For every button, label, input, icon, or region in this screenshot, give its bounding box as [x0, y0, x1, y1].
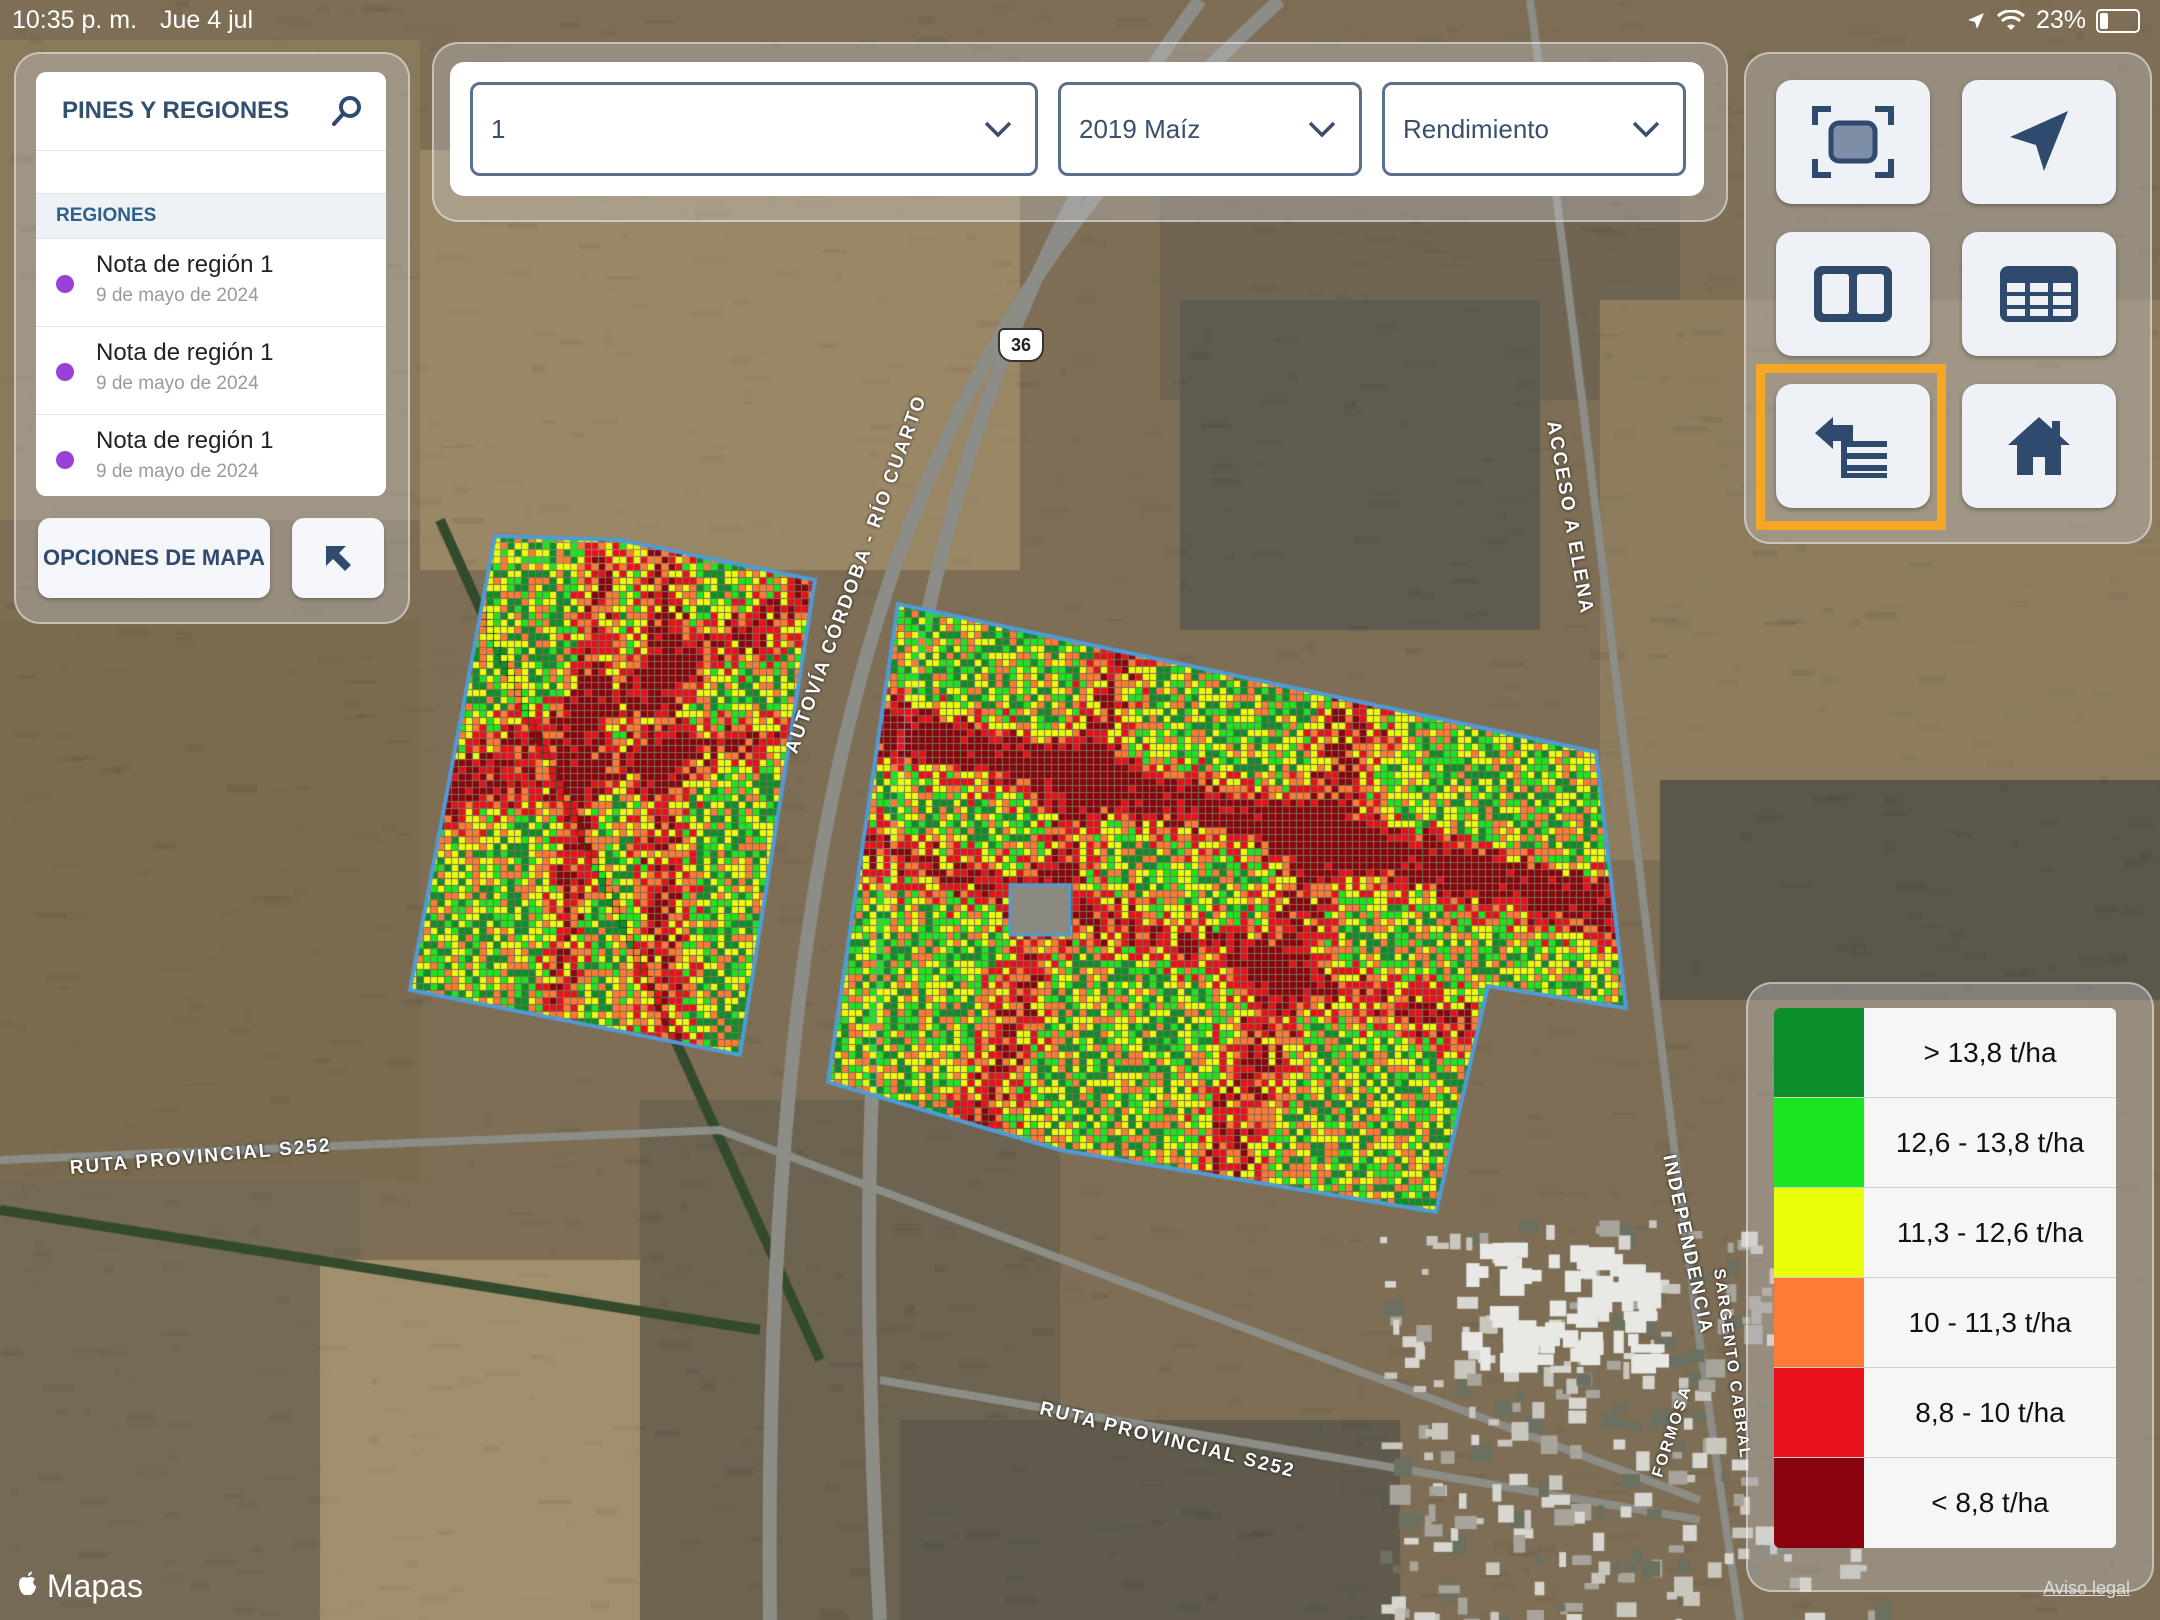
home-button[interactable]: [1962, 384, 2116, 508]
region-date: 9 de mayo de 2024: [96, 373, 259, 394]
region-title: Nota de región 1: [96, 339, 274, 366]
field-select-value: 1: [491, 113, 506, 144]
legend-label: 10 - 11,3 t/ha: [1864, 1278, 2116, 1367]
yield-legend: > 13,8 t/ha 12,6 - 13,8 t/ha 11,3 - 12,6…: [1774, 1008, 2116, 1548]
region-title: Nota de región 1: [96, 251, 274, 278]
legend-label: 8,8 - 10 t/ha: [1864, 1368, 2116, 1457]
legend-swatch: [1774, 1098, 1864, 1187]
legend-swatch: [1774, 1368, 1864, 1457]
region-item[interactable]: Nota de región 1 9 de mayo de 2024: [36, 327, 386, 415]
region-item[interactable]: Nota de región 1 9 de mayo de 2024: [36, 415, 386, 496]
route-shield: 36: [998, 328, 1044, 362]
fit-extent-icon: [1812, 106, 1894, 178]
location-arrow-icon: [2010, 111, 2068, 171]
split-view-icon: [1814, 266, 1892, 322]
status-time: 10:35 p. m.: [12, 6, 138, 34]
legal-notice-link[interactable]: Aviso legal: [2043, 1578, 2130, 1599]
region-item[interactable]: Nota de región 1 9 de mayo de 2024: [36, 239, 386, 327]
apple-logo-icon: [19, 1571, 36, 1596]
split-view-button[interactable]: [1776, 232, 1930, 356]
maps-label: Mapas: [46, 1568, 143, 1604]
legend-row: 8,8 - 10 t/ha: [1774, 1368, 2116, 1458]
region-dot-icon: [56, 451, 74, 469]
legend-row: 11,3 - 12,6 t/ha: [1774, 1188, 2116, 1278]
legend-row: 12,6 - 13,8 t/ha: [1774, 1098, 2116, 1188]
legend-swatch: [1774, 1188, 1864, 1277]
legend-row: < 8,8 t/ha: [1774, 1458, 2116, 1548]
region-dot-icon: [56, 275, 74, 293]
status-bar: 10:35 p. m. Jue 4 jul 23%: [0, 0, 2160, 40]
region-date: 9 de mayo de 2024: [96, 285, 259, 306]
legend-swatch: [1774, 1458, 1864, 1548]
legend-row: 10 - 11,3 t/ha: [1774, 1278, 2116, 1368]
collapse-panel-button[interactable]: [292, 518, 384, 598]
legend-label: 11,3 - 12,6 t/ha: [1864, 1188, 2116, 1277]
map-options-button[interactable]: OPCIONES DE MAPA: [38, 518, 270, 598]
legend-row: > 13,8 t/ha: [1774, 1008, 2116, 1098]
regions-section-header: REGIONES: [36, 194, 386, 239]
season-select[interactable]: 2019 Maíz: [1058, 82, 1362, 176]
pins-regions-card: PINES Y REGIONES REGIONES Nota de región…: [36, 72, 386, 496]
legend-label: > 13,8 t/ha: [1864, 1008, 2116, 1097]
pins-empty-row: [36, 151, 386, 194]
layer-select-value: Rendimiento: [1403, 113, 1549, 144]
legend-label: < 8,8 t/ha: [1864, 1458, 2116, 1548]
region-dot-icon: [56, 363, 74, 381]
wifi-icon: [1996, 9, 2025, 30]
layer-select[interactable]: Rendimiento: [1382, 82, 1686, 176]
region-date: 9 de mayo de 2024: [96, 461, 259, 482]
table-view-button[interactable]: [1962, 232, 2116, 356]
legend-label: 12,6 - 13,8 t/ha: [1864, 1098, 2116, 1187]
field-select[interactable]: 1: [470, 82, 1038, 176]
chevron-down-icon: [1308, 121, 1336, 138]
location-services-icon: [1967, 12, 1984, 29]
search-icon[interactable]: [330, 94, 364, 128]
status-indicators: 23%: [1966, 6, 2140, 35]
legend-swatch: [1774, 1278, 1864, 1367]
region-title: Nota de región 1: [96, 427, 274, 454]
highlight-frame: [1756, 364, 1946, 530]
pins-title: PINES Y REGIONES: [62, 97, 290, 124]
status-date: Jue 4 jul: [160, 6, 254, 34]
my-location-button[interactable]: [1962, 80, 2116, 204]
pins-header: PINES Y REGIONES: [36, 72, 386, 151]
chevron-down-icon: [984, 121, 1012, 138]
fit-extent-button[interactable]: [1776, 80, 1930, 204]
maps-attribution: Mapas: [16, 1568, 143, 1605]
season-select-value: 2019 Maíz: [1079, 113, 1201, 144]
table-icon: [2000, 266, 2078, 322]
chevron-down-icon: [1632, 121, 1660, 138]
home-icon: [2008, 417, 2070, 475]
battery-icon: [2096, 8, 2140, 33]
battery-percent: 23%: [2035, 6, 2086, 34]
arrow-up-left-icon: [326, 546, 351, 571]
legend-swatch: [1774, 1008, 1864, 1097]
